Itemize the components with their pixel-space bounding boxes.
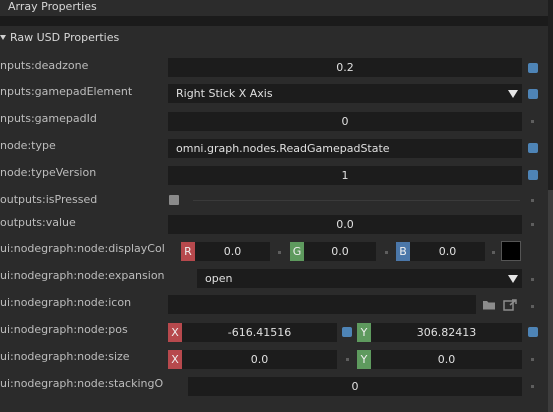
modified-indicator[interactable] (528, 170, 538, 180)
gamepad-element-value: Right Stick X Axis (176, 87, 273, 100)
folder-icon[interactable] (481, 297, 497, 313)
default-indicator[interactable] (531, 120, 534, 123)
r-channel-field[interactable]: 0.0 (195, 242, 270, 261)
array-properties-header[interactable]: Array Properties (0, 0, 548, 16)
default-indicator[interactable] (492, 251, 495, 254)
dropdown-arrow-icon (508, 90, 518, 98)
modified-indicator[interactable] (528, 63, 538, 73)
color-swatch[interactable] (501, 241, 521, 261)
expansion-state-dropdown[interactable]: open (197, 269, 522, 288)
open-file-icon[interactable] (502, 297, 518, 313)
default-indicator[interactable] (531, 305, 534, 308)
divider (193, 200, 520, 201)
modified-indicator[interactable] (528, 143, 538, 153)
expansion-state-value: open (205, 272, 233, 285)
r-channel-tag: R (181, 242, 195, 261)
pos-y-field[interactable]: 306.82413 (371, 323, 522, 342)
stacking-order-field[interactable]: 0 (188, 377, 522, 396)
pos-label: ui:nodegraph:node:pos (0, 323, 128, 336)
default-indicator[interactable] (531, 278, 534, 281)
size-y-field[interactable]: 0.0 (371, 350, 522, 369)
raw-usd-panel: Raw USD Properties nputs:deadzone 0.2 np… (0, 26, 548, 412)
default-indicator[interactable] (278, 251, 281, 254)
array-properties-title: Array Properties (8, 0, 97, 13)
modified-indicator[interactable] (342, 327, 352, 337)
g-channel-field[interactable]: 0.0 (304, 242, 376, 261)
scrollbar-thumb[interactable] (548, 190, 553, 412)
g-channel-tag: G (290, 242, 304, 261)
node-type-field[interactable]: omni.graph.nodes.ReadGamepadState (168, 139, 522, 158)
icon-path-field[interactable] (168, 295, 476, 314)
size-label: ui:nodegraph:node:size (0, 350, 130, 363)
x-axis-tag: X (168, 323, 182, 342)
y-axis-tag: Y (357, 323, 371, 342)
display-color-label: ui:nodegraph:node:displayColor (0, 242, 164, 255)
pos-x-field[interactable]: -616.41516 (182, 323, 337, 342)
x-axis-tag: X (168, 350, 182, 369)
gamepad-id-field[interactable]: 0 (168, 112, 522, 131)
modified-indicator[interactable] (528, 327, 538, 337)
is-pressed-label: outputs:isPressed (0, 193, 98, 206)
gamepad-element-label: nputs:gamepadElement (0, 85, 133, 98)
gamepad-element-dropdown[interactable]: Right Stick X Axis (168, 84, 522, 103)
raw-usd-title: Raw USD Properties (10, 31, 120, 44)
b-channel-tag: B (396, 242, 410, 261)
divider (0, 16, 548, 26)
gamepad-id-label: nputs:gamepadId (0, 112, 97, 125)
deadzone-label: nputs:deadzone (0, 59, 89, 72)
default-indicator[interactable] (531, 223, 534, 226)
default-indicator[interactable] (531, 199, 534, 202)
output-value-label: outputs:value (0, 216, 76, 229)
stacking-order-label: ui:nodegraph:node:stackingOrder (0, 377, 164, 390)
chevron-down-icon (0, 35, 6, 40)
raw-usd-header[interactable]: Raw USD Properties (0, 26, 548, 48)
checkbox-icon[interactable] (169, 195, 179, 205)
default-indicator[interactable] (385, 251, 388, 254)
default-indicator[interactable] (531, 385, 534, 388)
deadzone-field[interactable]: 0.2 (168, 58, 522, 77)
node-type-label: node:type (0, 139, 56, 152)
y-axis-tag: Y (357, 350, 371, 369)
output-value-field[interactable]: 0.0 (168, 215, 522, 234)
node-type-version-label: node:typeVersion (0, 166, 97, 179)
default-indicator[interactable] (346, 358, 349, 361)
dropdown-arrow-icon (508, 275, 518, 283)
modified-indicator[interactable] (528, 89, 538, 99)
b-channel-field[interactable]: 0.0 (410, 242, 485, 261)
expansion-state-label: ui:nodegraph:node:expansionState (0, 269, 164, 282)
node-type-version-field[interactable]: 1 (168, 166, 522, 185)
size-x-field[interactable]: 0.0 (182, 350, 337, 369)
icon-label: ui:nodegraph:node:icon (0, 296, 132, 309)
default-indicator[interactable] (531, 358, 534, 361)
